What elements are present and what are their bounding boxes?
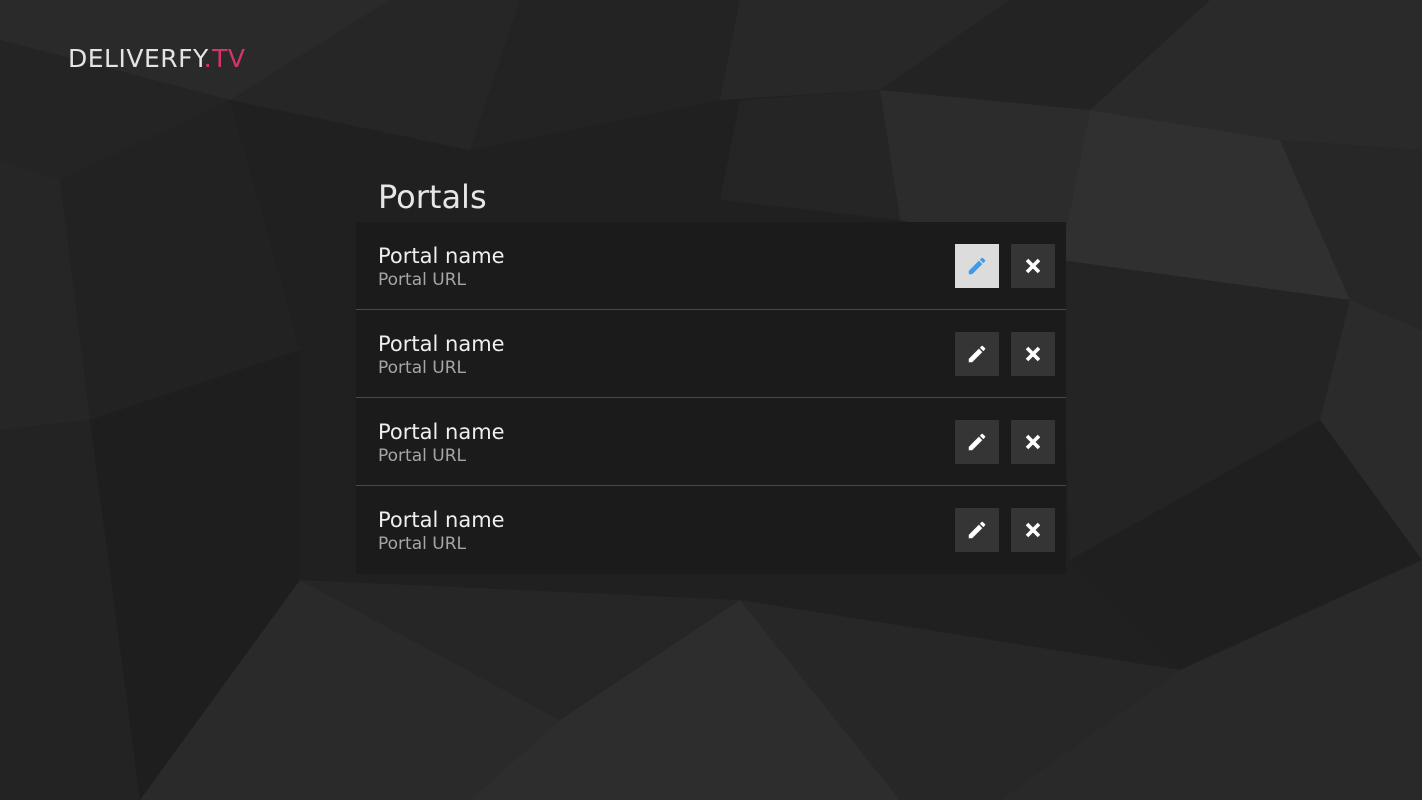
close-icon xyxy=(1025,258,1041,274)
portal-url: Portal URL xyxy=(378,270,466,290)
portal-url: Portal URL xyxy=(378,534,466,554)
screen: DELIVERFY.TV Portals Portal name Portal … xyxy=(0,0,1422,800)
logo-accent-text: .TV xyxy=(203,44,246,73)
portal-texts: Portal name Portal URL xyxy=(378,419,505,467)
list-item[interactable]: Portal name Portal URL xyxy=(356,398,1066,486)
pencil-icon xyxy=(968,345,986,363)
pencil-icon xyxy=(968,257,986,275)
portal-name: Portal name xyxy=(378,420,505,444)
edit-portal-button[interactable] xyxy=(955,332,999,376)
portal-list: Portal name Portal URL Portal name Porta… xyxy=(356,222,1066,574)
delete-portal-button[interactable] xyxy=(1011,244,1055,288)
edit-portal-button[interactable] xyxy=(955,244,999,288)
portal-texts: Portal name Portal URL xyxy=(378,507,505,555)
delete-portal-button[interactable] xyxy=(1011,508,1055,552)
portal-name: Portal name xyxy=(378,332,505,356)
portal-url: Portal URL xyxy=(378,358,466,378)
list-item[interactable]: Portal name Portal URL xyxy=(356,486,1066,574)
pencil-icon xyxy=(968,433,986,451)
portal-name: Portal name xyxy=(378,508,505,532)
list-item[interactable]: Portal name Portal URL xyxy=(356,222,1066,310)
page-title: Portals xyxy=(378,178,487,216)
close-icon xyxy=(1025,522,1041,538)
portal-name: Portal name xyxy=(378,244,505,268)
delete-portal-button[interactable] xyxy=(1011,420,1055,464)
close-icon xyxy=(1025,434,1041,450)
pencil-icon xyxy=(968,521,986,539)
edit-portal-button[interactable] xyxy=(955,508,999,552)
portal-texts: Portal name Portal URL xyxy=(378,331,505,379)
portal-url: Portal URL xyxy=(378,446,466,466)
portals-panel: Portals Portal name Portal URL Portal na… xyxy=(356,176,1066,574)
portal-texts: Portal name Portal URL xyxy=(378,243,505,291)
delete-portal-button[interactable] xyxy=(1011,332,1055,376)
edit-portal-button[interactable] xyxy=(955,420,999,464)
list-item[interactable]: Portal name Portal URL xyxy=(356,310,1066,398)
app-logo: DELIVERFY.TV xyxy=(68,44,246,73)
logo-text: DELIVERFY xyxy=(68,44,204,73)
close-icon xyxy=(1025,346,1041,362)
